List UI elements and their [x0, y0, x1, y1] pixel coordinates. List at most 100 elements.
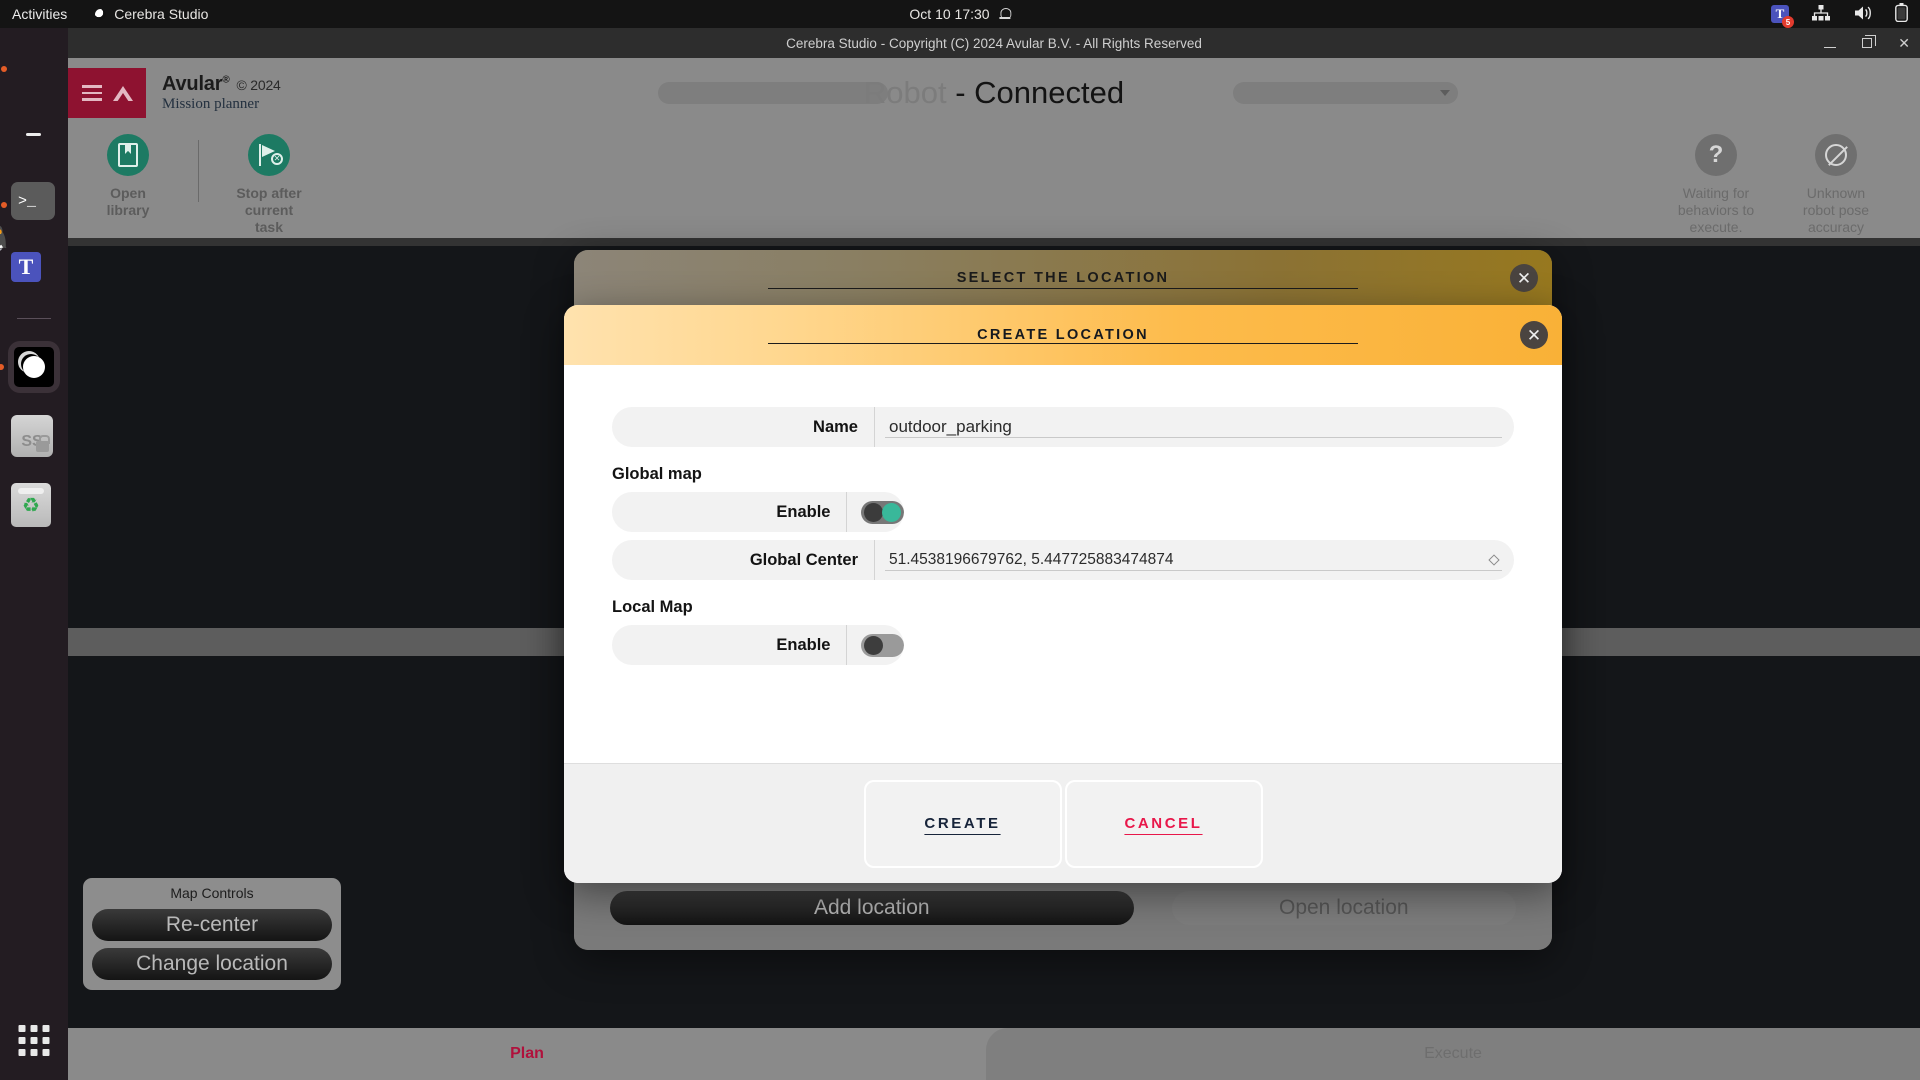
create-location-header: CREATE LOCATION ✕	[564, 305, 1562, 365]
dock-item-terminal[interactable]: >_	[11, 182, 57, 228]
status-robot-pose-accuracy[interactable]: Unknownrobot poseaccuracy	[1776, 134, 1896, 236]
name-label: Name	[612, 418, 874, 437]
teams-badge-count: 5	[1782, 16, 1794, 28]
toolbar-stop-after-current-task[interactable]: ✕ Stop aftercurrenttask	[209, 134, 329, 236]
dock-item-trash[interactable]: ♻	[11, 483, 57, 529]
create-location-footer: CREATE CANCEL	[564, 763, 1562, 883]
local-map-section-title: Local Map	[612, 598, 1514, 617]
dock-item-cerebra-studio[interactable]	[8, 341, 60, 393]
local-enable-row: Enable	[612, 625, 904, 665]
robot-label: Robot	[864, 75, 947, 110]
activities-button[interactable]: Activities	[12, 6, 67, 22]
global-center-input[interactable]: 51.4538196679762, 5.447725883474874	[875, 540, 1514, 580]
notifications-bell-icon[interactable]	[1000, 7, 1011, 21]
window-controls: ✕	[1824, 28, 1910, 58]
volume-icon[interactable]	[1853, 4, 1873, 25]
chevron-up-icon[interactable]	[113, 86, 133, 101]
active-app-label: Cerebra Studio	[114, 6, 208, 22]
clock-button[interactable]: Oct 10 17:30	[909, 6, 1010, 22]
change-location-button[interactable]: Change location	[92, 948, 332, 980]
menu-brand-block[interactable]	[68, 68, 146, 118]
title-underline	[768, 288, 1358, 289]
trash-icon: ♻	[11, 483, 51, 527]
toolbar-separator	[198, 140, 199, 202]
dock-item-teams-for-linux[interactable]: T🐧	[11, 250, 57, 296]
active-app-indicator[interactable]: Cerebra Studio	[95, 6, 208, 22]
canvas-top-strip	[68, 238, 1920, 246]
header-left-pill[interactable]	[658, 82, 888, 104]
registered-mark: ®	[222, 74, 229, 85]
select-location-header: SELECT THE LOCATION ✕	[574, 250, 1552, 306]
global-center-row: Global Center 51.4538196679762, 5.447725…	[612, 540, 1514, 580]
brand-line: Avular®© 2024	[162, 73, 281, 96]
close-icon[interactable]: ✕	[1520, 321, 1548, 349]
dock-separator	[17, 318, 51, 319]
flag-stop-icon: ✕	[248, 134, 290, 176]
field-divider	[846, 625, 847, 665]
tab-execute[interactable]: Execute	[986, 1028, 1920, 1080]
title-underline	[768, 343, 1358, 344]
tab-plan[interactable]: Plan	[68, 1028, 986, 1080]
dock-item-ssh[interactable]: SS	[11, 415, 57, 461]
global-enable-row: Enable	[612, 492, 904, 532]
toggle-knob	[882, 503, 901, 522]
clock-label: Oct 10 17:30	[909, 6, 989, 22]
toggle-track	[864, 503, 883, 522]
recenter-button[interactable]: Re-center	[92, 909, 332, 941]
system-tray: T 5	[1771, 3, 1908, 25]
running-indicator	[1, 66, 7, 72]
location-pin-icon[interactable]	[1488, 554, 1499, 565]
terminal-icon: >_	[11, 182, 55, 220]
add-location-button[interactable]: Add location	[610, 891, 1134, 925]
global-center-value: 51.4538196679762, 5.447725883474874	[889, 551, 1173, 569]
no-pose-icon	[1815, 134, 1857, 176]
window-minimize-button[interactable]	[1824, 36, 1836, 50]
robot-connection-title: Robot - Connected	[864, 75, 1124, 111]
ssh-icon: SS	[11, 415, 53, 457]
map-controls-panel: Map Controls Re-center Change location	[83, 878, 341, 990]
dock-item-firefox[interactable]	[11, 46, 57, 92]
create-location-body: Name outdoor_parking Global map Enable	[564, 365, 1562, 763]
cerebra-studio-window: Cerebra Studio - Copyright (C) 2024 Avul…	[68, 28, 1920, 1080]
local-map-enable-toggle[interactable]	[861, 634, 904, 657]
toolbar-stop-label: Stop aftercurrenttask	[236, 185, 301, 236]
cerebra-studio-icon	[95, 9, 106, 20]
open-location-button[interactable]: Open location	[1172, 891, 1516, 925]
create-button[interactable]: CREATE	[864, 780, 1062, 868]
book-icon	[107, 134, 149, 176]
toolbar-open-library-label: Openlibrary	[107, 185, 150, 219]
app-subtitle: Mission planner	[162, 96, 281, 113]
status-waiting-label: Waiting forbehaviors toexecute.	[1678, 185, 1754, 236]
app-toolbar: Openlibrary ✕ Stop aftercurrenttask ? Wa…	[68, 128, 1920, 238]
create-location-dialog: CREATE LOCATION ✕ Name outdoor_parking G…	[564, 305, 1562, 883]
battery-icon[interactable]	[1895, 3, 1908, 25]
window-titlebar: Cerebra Studio - Copyright (C) 2024 Avul…	[68, 28, 1920, 58]
create-location-title: CREATE LOCATION	[977, 327, 1149, 343]
teams-tray-icon[interactable]: T 5	[1771, 5, 1789, 23]
global-map-enable-toggle[interactable]	[861, 501, 904, 524]
close-icon[interactable]: ✕	[1510, 264, 1538, 292]
map-controls-title: Map Controls	[92, 885, 332, 901]
status-waiting-for-behaviors[interactable]: ? Waiting forbehaviors toexecute.	[1656, 134, 1776, 236]
global-map-section-title: Global map	[612, 465, 1514, 484]
network-icon[interactable]	[1811, 4, 1831, 25]
header-right-dropdown[interactable]	[1233, 82, 1458, 104]
brand-text: Avular®© 2024 Mission planner	[162, 73, 281, 113]
window-title: Cerebra Studio - Copyright (C) 2024 Avul…	[786, 36, 1202, 51]
hamburger-menu-icon[interactable]	[82, 85, 102, 100]
bottom-tabs: Execute Plan	[68, 1028, 1920, 1080]
field-divider	[846, 492, 847, 532]
cancel-button[interactable]: CANCEL	[1065, 780, 1263, 868]
brand-copyright: © 2024	[236, 77, 280, 93]
dock-item-files[interactable]	[11, 114, 57, 160]
window-close-button[interactable]: ✕	[1898, 36, 1910, 50]
running-indicator	[1, 202, 7, 208]
robot-status: - Connected	[955, 75, 1124, 110]
screen: Activities Cerebra Studio Oct 10 17:30 T…	[0, 0, 1920, 1080]
window-restore-button[interactable]	[1862, 36, 1872, 50]
show-applications-button[interactable]	[19, 1025, 50, 1056]
name-input[interactable]: outdoor_parking	[875, 407, 1514, 447]
system-top-bar: Activities Cerebra Studio Oct 10 17:30 T…	[0, 0, 1920, 28]
global-center-label: Global Center	[612, 551, 874, 570]
toolbar-open-library[interactable]: Openlibrary	[68, 134, 188, 219]
